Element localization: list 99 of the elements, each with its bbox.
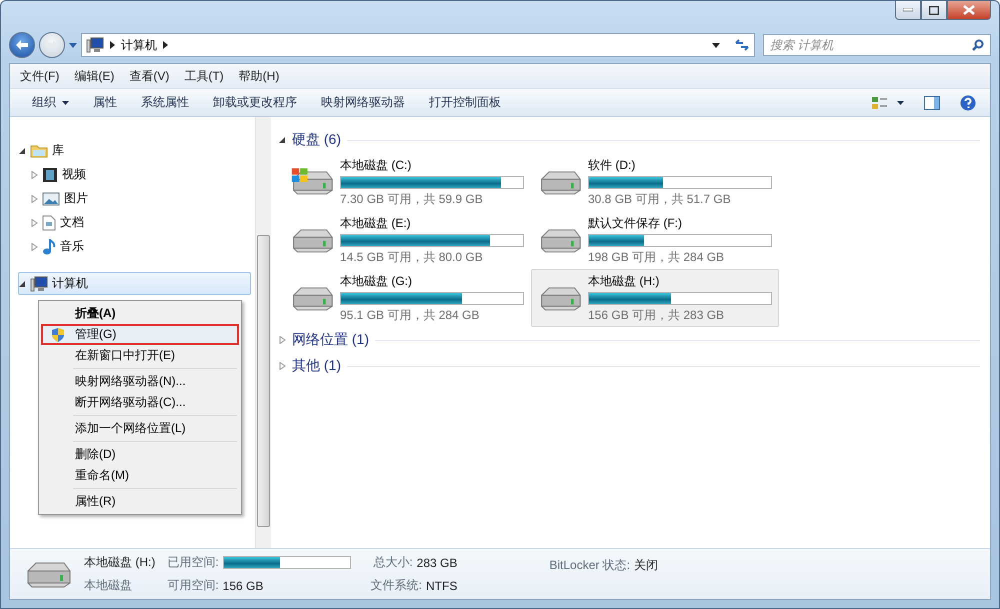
drive-tile[interactable]: 本地磁盘 (G:) 95.1 GB 可用，共 284 GB — [283, 269, 531, 327]
used-space-label: 已用空间: — [167, 554, 219, 571]
caret-icon — [62, 100, 69, 104]
minimize-button[interactable] — [895, 1, 921, 20]
toolbar-button[interactable]: 映射网络驱动器 — [309, 94, 417, 111]
refresh-icon[interactable] — [734, 39, 750, 51]
breadcrumb-arrow-icon[interactable] — [163, 41, 168, 49]
menu-item[interactable]: 在新窗口中打开(E) — [41, 345, 239, 366]
menu-item[interactable]: 删除(D) — [41, 444, 239, 465]
drive-name: 本地磁盘 (E:) — [340, 214, 412, 232]
music-note-icon — [42, 238, 56, 254]
bitlocker-label: BitLocker 状态: — [549, 557, 630, 574]
total-size-label: 总大小: — [373, 554, 413, 571]
film-icon — [42, 166, 58, 182]
document-icon — [42, 214, 56, 230]
menu-item[interactable]: 文件(F) — [14, 66, 66, 86]
file-system-value: NTFS — [426, 578, 458, 592]
close-icon — [963, 5, 975, 15]
menu-item[interactable]: 帮助(H) — [232, 66, 286, 86]
drive-space: 7.30 GB 可用，共 59.9 GB — [340, 190, 484, 208]
group-header[interactable]: 网络位置 (1) — [292, 331, 369, 349]
minimize-icon — [903, 8, 913, 12]
breadcrumb-arrow-icon[interactable] — [110, 41, 115, 49]
toolbar-button[interactable]: 属性 — [81, 94, 129, 111]
collapse-arrow-icon[interactable] — [19, 280, 26, 288]
tree-item[interactable]: 计算机 — [18, 272, 251, 295]
menu-item[interactable]: 断开网络驱动器(C)... — [41, 392, 239, 413]
menu-item[interactable]: 重命名(M) — [41, 465, 239, 486]
collapse-arrow-icon[interactable] — [19, 146, 26, 154]
drive-space: 30.8 GB 可用，共 51.7 GB — [588, 190, 732, 208]
menu-item[interactable]: 映射网络驱动器(N)... — [41, 371, 239, 392]
drive-space: 198 GB 可用，共 284 GB — [588, 248, 726, 266]
tree-item[interactable]: 音乐 — [18, 235, 251, 258]
drive-space: 156 GB 可用，共 283 GB — [588, 306, 726, 324]
total-size-value: 283 GB — [416, 556, 458, 570]
forward-button[interactable] — [39, 32, 65, 58]
scrollbar-thumb[interactable] — [257, 235, 270, 527]
toolbar-button[interactable]: 卸载或更改程序 — [201, 94, 309, 111]
toolbar-button[interactable]: 组织 — [20, 94, 81, 111]
breadcrumb[interactable]: 计算机 — [121, 36, 157, 54]
drive-type: 本地磁盘 — [84, 577, 133, 594]
drive-space: 95.1 GB 可用，共 284 GB — [340, 306, 480, 324]
folder-icon — [30, 144, 48, 158]
drive-name: 本地磁盘 (H:) — [588, 272, 660, 290]
help-icon[interactable] — [960, 94, 976, 110]
toolbar-button[interactable]: 打开控制面板 — [417, 94, 513, 111]
search-icon — [972, 39, 984, 51]
drive-space: 14.5 GB 可用，共 80.0 GB — [340, 248, 484, 266]
drive-name: 默认文件保存 (F:) — [588, 214, 683, 232]
menu-item[interactable]: 折叠(A) — [41, 303, 239, 324]
tree-item[interactable]: 文档 — [18, 211, 251, 234]
drive-name: 软件 (D:) — [588, 156, 636, 174]
shield-icon — [51, 326, 65, 342]
menu-item[interactable]: 添加一个网络位置(L) — [41, 418, 239, 439]
drive-tile[interactable]: 本地磁盘 (C:) 7.30 GB 可用，共 59.9 GB — [283, 153, 531, 211]
close-button[interactable] — [947, 1, 991, 20]
scrollbar[interactable] — [255, 117, 271, 548]
history-dropdown-icon[interactable] — [69, 42, 77, 48]
menu-item[interactable]: 工具(T) — [178, 66, 230, 86]
expand-arrow-icon[interactable] — [31, 194, 38, 202]
collapse-arrow-icon[interactable] — [279, 136, 286, 144]
picture-icon — [42, 192, 60, 206]
menu-item[interactable]: 查看(V) — [123, 66, 176, 86]
maximize-button[interactable] — [921, 1, 947, 20]
drive-name: 本地磁盘 (C:) — [340, 156, 412, 174]
drive-tile[interactable]: 默认文件保存 (F:) 198 GB 可用，共 284 GB — [531, 211, 779, 269]
group-header[interactable]: 其他 (1) — [292, 357, 341, 375]
caret-icon[interactable] — [897, 100, 904, 104]
view-options-icon[interactable] — [871, 96, 889, 110]
expand-arrow-icon[interactable] — [279, 362, 286, 370]
group-header[interactable]: 硬盘 (6) — [292, 131, 341, 149]
bitlocker-value: 关闭 — [634, 557, 658, 574]
file-system-label: 文件系统: — [370, 577, 422, 594]
free-space-value: 156 GB — [222, 578, 264, 592]
expand-arrow-icon[interactable] — [279, 336, 286, 344]
drive-tile[interactable]: 本地磁盘 (E:) 14.5 GB 可用，共 80.0 GB — [283, 211, 531, 269]
tree-item[interactable]: 视频 — [18, 163, 251, 186]
expand-arrow-icon[interactable] — [31, 242, 38, 250]
expand-arrow-icon[interactable] — [31, 170, 38, 178]
drive-tile[interactable]: 本地磁盘 (H:) 156 GB 可用，共 283 GB — [531, 269, 779, 327]
menu-item[interactable]: 管理(G) — [41, 324, 239, 345]
address-field[interactable]: 计算机 — [81, 33, 755, 57]
menu-item[interactable]: 属性(R) — [41, 491, 239, 512]
computer-icon — [30, 276, 48, 292]
drive-name: 本地磁盘 (G:) — [340, 272, 413, 290]
free-space-label: 可用空间: — [167, 577, 219, 594]
back-arrow-icon — [15, 39, 29, 51]
tree-item[interactable]: 图片 — [18, 187, 251, 210]
menu-item[interactable]: 编辑(E) — [68, 66, 120, 86]
toolbar-button[interactable]: 系统属性 — [129, 94, 201, 111]
back-button[interactable] — [9, 32, 35, 58]
drive-name: 本地磁盘 (H:) — [84, 554, 156, 571]
expand-arrow-icon[interactable] — [31, 218, 38, 226]
maximize-icon — [929, 6, 939, 14]
preview-pane-icon[interactable] — [924, 96, 940, 110]
dropdown-icon[interactable] — [712, 42, 720, 48]
computer-icon — [86, 37, 104, 53]
tree-item[interactable]: 库 — [18, 139, 251, 162]
drive-tile[interactable]: 软件 (D:) 30.8 GB 可用，共 51.7 GB — [531, 153, 779, 211]
